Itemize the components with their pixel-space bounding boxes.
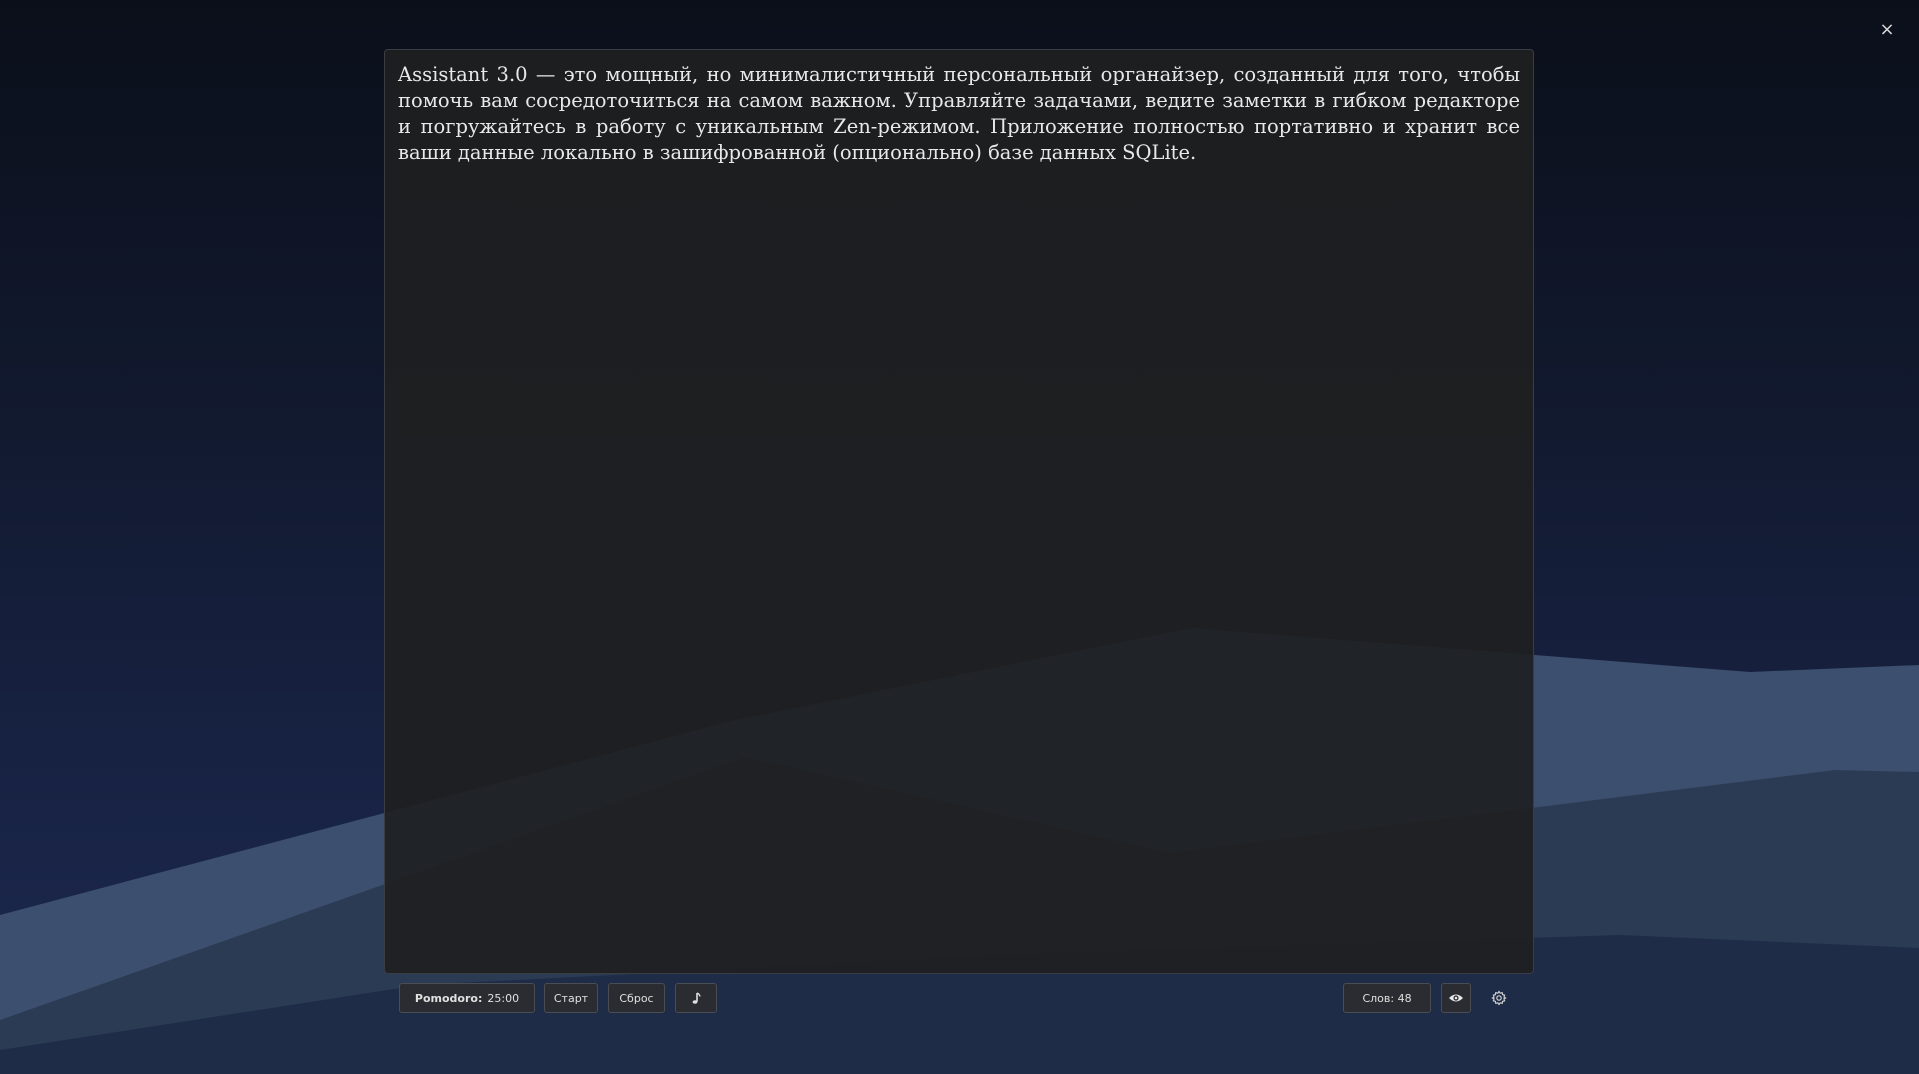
word-count-badge: Слов: 48 [1343,983,1431,1013]
pomodoro-timer[interactable]: Pomodoro: 25:00 [399,983,535,1013]
close-button[interactable]: × [1875,18,1899,42]
music-button[interactable] [675,983,717,1013]
start-button[interactable]: Старт [544,983,598,1013]
close-icon: × [1879,19,1895,40]
pomodoro-label: Pomodoro: [414,991,483,1005]
bottom-toolbar: Pomodoro: 25:00 Старт Сброс Слов: 48 [384,980,1534,1016]
eye-icon [1449,994,1463,1002]
pomodoro-time: 25:00 [487,991,520,1005]
music-note-icon [692,992,701,1004]
gear-icon [1491,990,1507,1006]
settings-button[interactable] [1484,983,1514,1013]
zen-editor[interactable]: Assistant 3.0 — это мощный, но минималис… [384,49,1534,974]
editor-text[interactable]: Assistant 3.0 — это мощный, но минималис… [385,50,1533,178]
preview-button[interactable] [1441,983,1471,1013]
reset-button[interactable]: Сброс [608,983,665,1013]
